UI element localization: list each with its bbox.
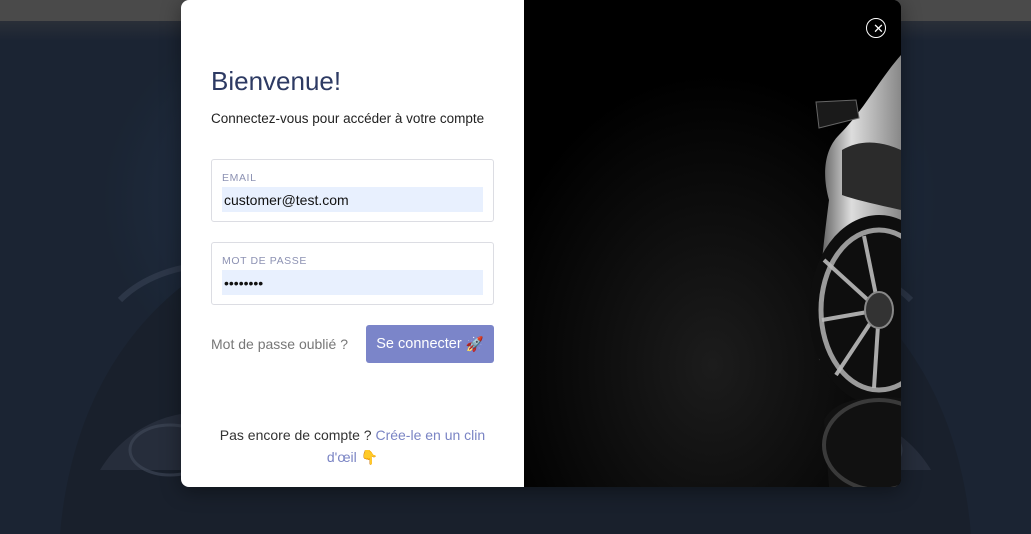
signup-prefix: Pas encore de compte ? xyxy=(219,427,372,443)
forgot-password-link[interactable]: Mot de passe oublié ? xyxy=(211,336,348,352)
email-field: EMAIL xyxy=(211,159,494,222)
email-input[interactable] xyxy=(222,187,483,212)
car-image-panel: ✕ xyxy=(524,0,901,487)
page-title: Bienvenue! xyxy=(211,66,342,96)
login-form-panel: Bienvenue! Connectez-vous pour accéder à… xyxy=(181,0,524,487)
close-icon[interactable]: ✕ xyxy=(866,18,886,38)
login-modal: Bienvenue! Connectez-vous pour accéder à… xyxy=(181,0,901,487)
email-label: EMAIL xyxy=(222,172,257,184)
password-label: MOT DE PASSE xyxy=(222,255,307,267)
password-input[interactable] xyxy=(222,270,483,295)
page-subtitle: Connectez-vous pour accéder à votre comp… xyxy=(211,111,485,126)
password-field: MOT DE PASSE xyxy=(211,242,494,305)
login-button-label: Se connecter xyxy=(376,336,462,352)
login-button[interactable]: Se connecter 🚀 xyxy=(366,325,494,363)
signup-prompt: Pas encore de compte ? Crée-le en un cli… xyxy=(211,424,494,468)
pointing-down-icon: 👇 xyxy=(360,449,379,465)
rocket-icon: 🚀 xyxy=(465,336,484,353)
car-image xyxy=(524,0,901,487)
